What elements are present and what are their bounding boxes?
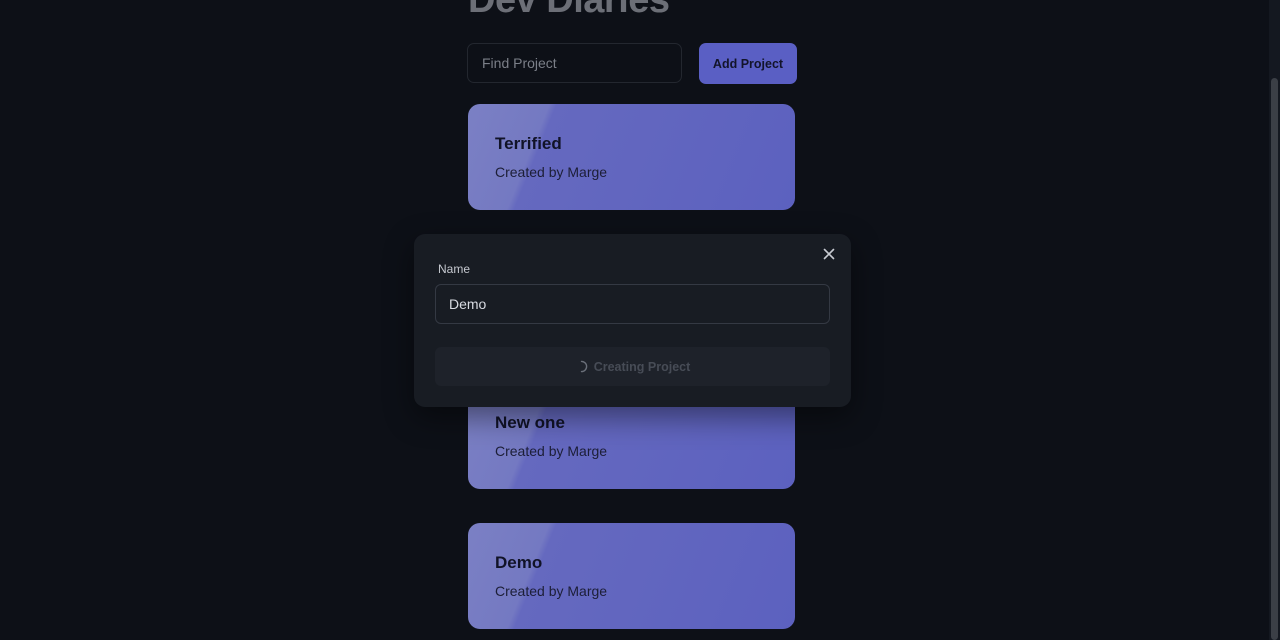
spinner-icon xyxy=(575,360,588,373)
page: Dev Diaries Add Project Terrified Create… xyxy=(0,0,1280,640)
add-project-modal: Name Creating Project xyxy=(414,234,851,407)
project-creator: Created by Marge xyxy=(495,582,608,599)
project-card[interactable]: Demo Created by Marge xyxy=(468,523,795,629)
add-project-button[interactable]: Add Project xyxy=(699,43,797,84)
scrollbar-thumb[interactable] xyxy=(1271,78,1278,640)
page-title: Dev Diaries xyxy=(468,0,670,21)
project-creator: Created by Marge xyxy=(495,163,608,180)
project-title: New one xyxy=(495,413,565,432)
project-title: Terrified xyxy=(495,134,562,153)
project-card[interactable]: Terrified Created by Marge xyxy=(468,104,795,210)
create-project-button[interactable]: Creating Project xyxy=(435,347,830,386)
project-title: Demo xyxy=(495,553,543,572)
close-icon[interactable] xyxy=(821,246,837,262)
name-field[interactable] xyxy=(435,284,830,324)
name-field-label: Name xyxy=(438,262,471,276)
project-creator: Created by Marge xyxy=(495,442,608,459)
create-project-label: Creating Project xyxy=(593,359,691,374)
search-input[interactable] xyxy=(467,43,682,83)
scrollbar[interactable] xyxy=(1269,0,1280,640)
